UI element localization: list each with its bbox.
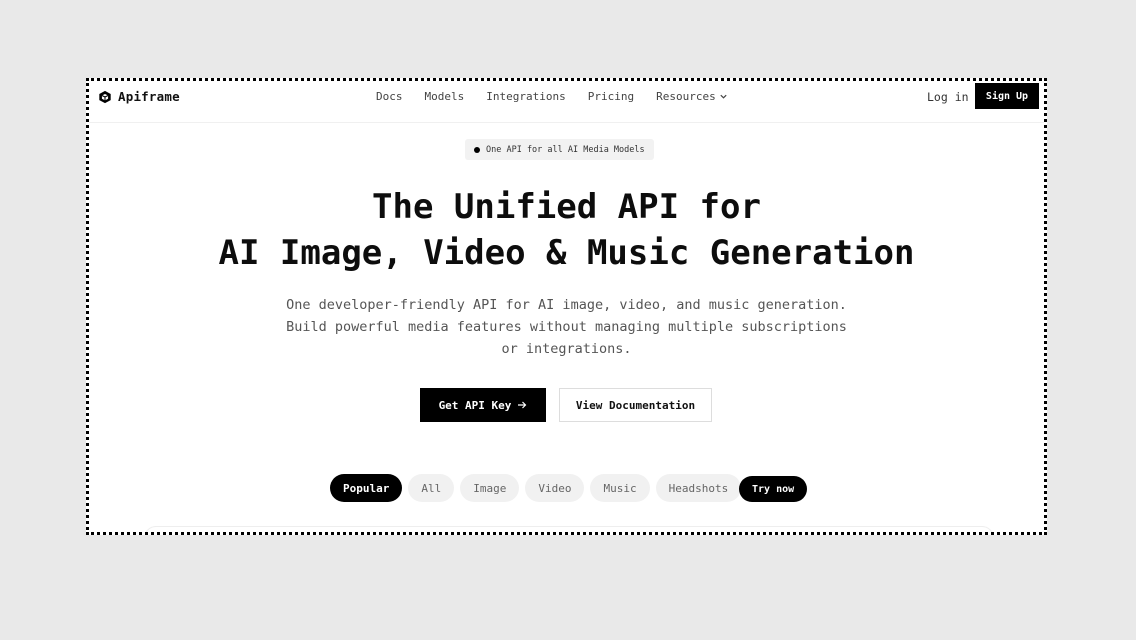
model-filter-tabs: Popular All Image Video Music Headshots: [330, 474, 742, 502]
nav-link-pricing[interactable]: Pricing: [588, 90, 634, 103]
tab-popular[interactable]: Popular: [330, 474, 403, 502]
cube-logo-icon: [99, 90, 111, 103]
signup-button[interactable]: Sign Up: [975, 83, 1039, 109]
top-navbar: Apiframe Docs Models Integrations Pricin…: [89, 81, 1044, 123]
nav-link-docs[interactable]: Docs: [376, 90, 403, 103]
tab-music[interactable]: Music: [590, 474, 650, 502]
announcement-badge: One API for all AI Media Models: [465, 139, 654, 160]
nav-link-models[interactable]: Models: [425, 90, 465, 103]
view-documentation-button[interactable]: View Documentation: [559, 388, 712, 422]
tab-video[interactable]: Video: [525, 474, 585, 502]
hero-headline: The Unified API for AI Image, Video & Mu…: [89, 184, 1044, 276]
tab-all[interactable]: All: [408, 474, 455, 502]
tab-headshots[interactable]: Headshots: [655, 474, 742, 502]
headline-line-1: The Unified API for: [372, 187, 761, 227]
arrow-right-icon: [518, 401, 527, 409]
subtitle-line-1: One developer-friendly API for AI image,…: [286, 297, 847, 313]
browser-viewport: Apiframe Docs Models Integrations Pricin…: [86, 78, 1047, 535]
tab-image[interactable]: Image: [460, 474, 520, 502]
brand-logo[interactable]: Apiframe: [98, 89, 180, 104]
badge-text: One API for all AI Media Models: [486, 144, 645, 155]
nav-link-resources-label: Resources: [656, 90, 716, 103]
dot-icon: [474, 146, 480, 153]
get-api-key-label: Get API Key: [438, 398, 512, 412]
get-api-key-button[interactable]: Get API Key: [420, 388, 546, 422]
nav-link-resources[interactable]: Resources: [656, 90, 728, 103]
try-now-button[interactable]: Try now: [739, 476, 808, 502]
subtitle-line-3: or integrations.: [501, 341, 632, 357]
headline-line-2: AI Image, Video & Music Generation: [218, 233, 915, 273]
models-card-panel: [144, 526, 994, 532]
chevron-down-icon: [720, 94, 727, 99]
login-link[interactable]: Log in: [927, 90, 969, 104]
hero-subtitle: One developer-friendly API for AI image,…: [89, 294, 1044, 360]
brand-name: Apiframe: [118, 89, 180, 104]
nav-link-integrations[interactable]: Integrations: [486, 90, 565, 103]
subtitle-line-2: Build powerful media features without ma…: [286, 319, 847, 335]
nav-links: Docs Models Integrations Pricing Resourc…: [376, 90, 750, 103]
